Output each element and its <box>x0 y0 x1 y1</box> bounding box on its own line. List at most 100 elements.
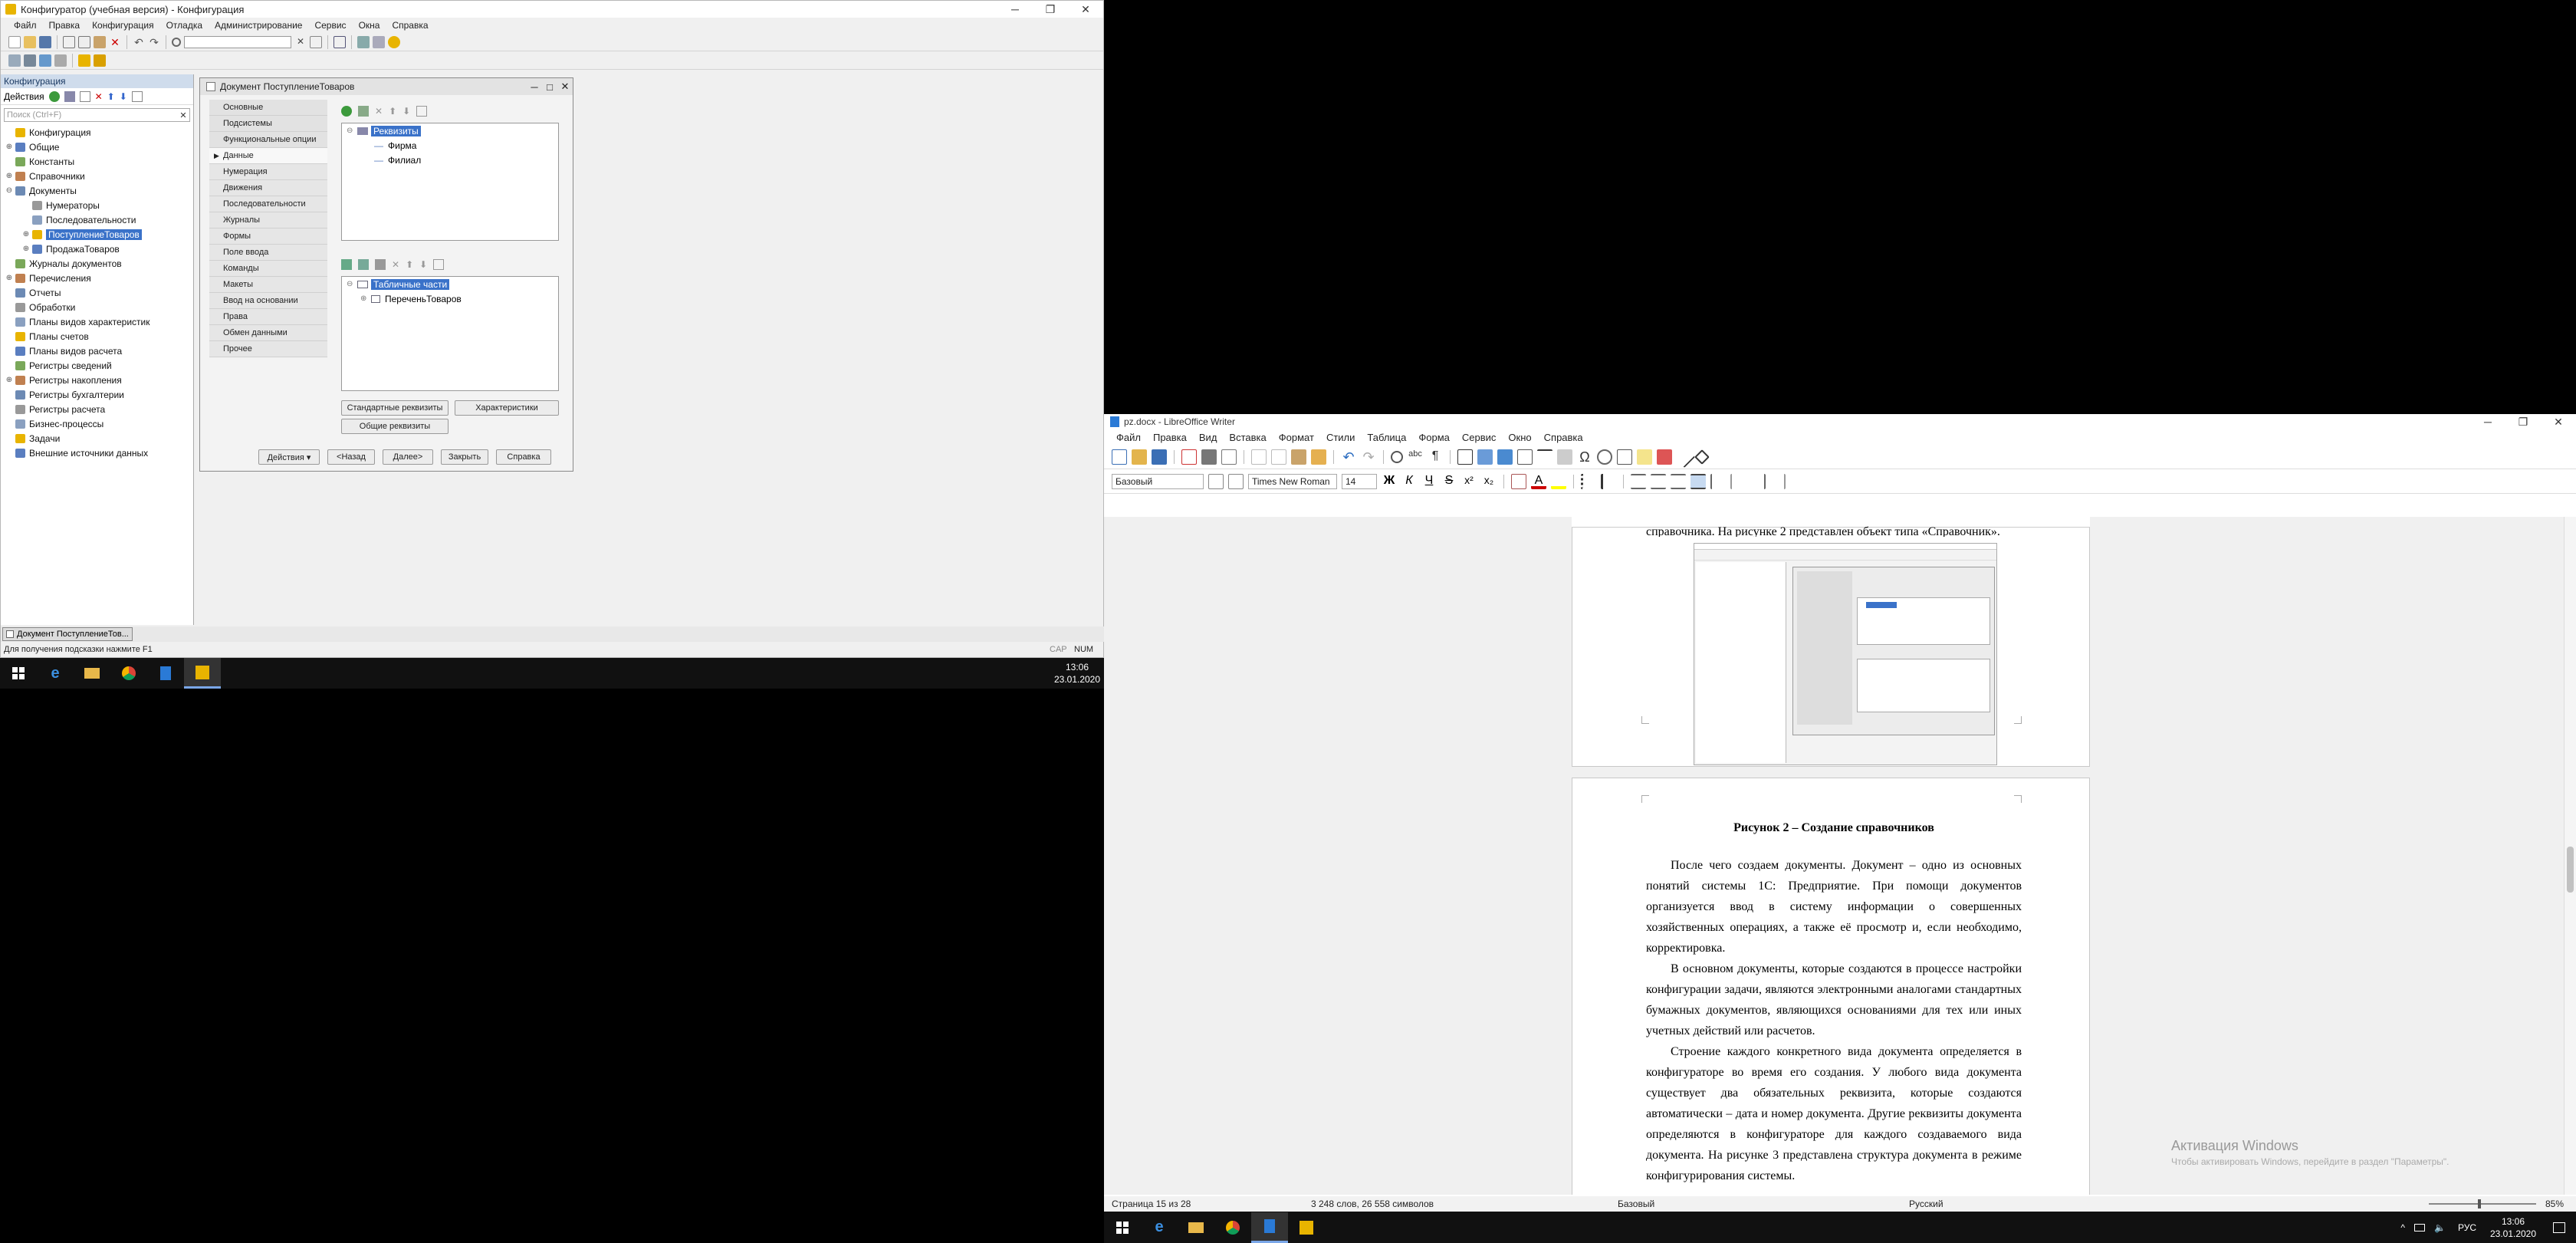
network-icon[interactable] <box>2414 1223 2426 1231</box>
undo-icon[interactable]: ↶ <box>133 36 145 48</box>
menu-item[interactable]: Окна <box>353 20 386 31</box>
find-icon[interactable] <box>172 37 181 47</box>
tray-up-icon[interactable]: ^ <box>2396 1222 2410 1233</box>
writer-menu-item[interactable]: Правка <box>1147 432 1193 443</box>
document-tab[interactable]: Последовательности <box>209 196 327 212</box>
sort-attribute-icon[interactable] <box>416 106 428 117</box>
status-words[interactable]: 3 248 слов, 26 558 символов <box>1311 1199 1618 1209</box>
align-justify-icon[interactable] <box>1691 473 1706 489</box>
align-right-icon[interactable] <box>1671 473 1686 489</box>
add-column-icon[interactable] <box>358 259 369 270</box>
expand-icon[interactable]: ⊕ <box>5 274 13 282</box>
sort-table-icon[interactable] <box>433 259 445 270</box>
help-icon[interactable] <box>388 35 400 48</box>
insert-field-icon[interactable] <box>1557 449 1572 465</box>
writer-close-button[interactable]: ✕ <box>2541 413 2576 430</box>
config-open-icon[interactable] <box>8 54 21 67</box>
tree-item[interactable]: ⊕ Регистры накопления <box>1 373 193 387</box>
document-canvas[interactable]: справочника. На рисунке 2 представлен об… <box>1104 517 2564 1195</box>
config-save-icon[interactable] <box>24 54 36 67</box>
tree-item[interactable]: ⊕ ПродажаТоваров <box>1 242 193 256</box>
paste-doc-icon[interactable] <box>1291 449 1306 465</box>
insert-textbox-icon[interactable] <box>1517 449 1533 465</box>
footer-button[interactable]: Действия ▾ <box>258 449 320 465</box>
writer-menu-item[interactable]: Вставка <box>1223 432 1272 443</box>
document-tab[interactable]: Движения <box>209 180 327 196</box>
tree-item[interactable]: Планы видов расчета <box>1 344 193 358</box>
edge-icon[interactable]: e <box>37 658 74 689</box>
tree-item[interactable]: Конфигурация <box>1 125 193 140</box>
document-tab[interactable]: Функциональные опции <box>209 132 327 148</box>
tree-item[interactable]: Константы <box>1 154 193 169</box>
up-attribute-icon[interactable]: ⬆ <box>389 106 396 117</box>
document-tab[interactable]: Журналы <box>209 212 327 229</box>
menu-item[interactable]: Справка <box>386 20 433 31</box>
numbering-icon[interactable] <box>1601 473 1616 489</box>
tree-item[interactable]: Регистры бухгалтерии <box>1 387 193 402</box>
writer-menu-item[interactable]: Справка <box>1538 432 1589 443</box>
writer-menu-item[interactable]: Окно <box>1502 432 1537 443</box>
copy-icon[interactable] <box>78 35 90 48</box>
cut-doc-icon[interactable] <box>1251 449 1267 465</box>
minimize-button[interactable]: ─ <box>997 1 1033 18</box>
bold-icon[interactable]: Ж <box>1382 474 1397 489</box>
print-icon[interactable] <box>1201 449 1217 465</box>
zoom-slider[interactable] <box>2429 1199 2536 1208</box>
comment-icon[interactable] <box>1637 449 1652 465</box>
tree-item[interactable]: Планы счетов <box>1 329 193 344</box>
start-button[interactable] <box>0 658 37 689</box>
doc-minimize-button[interactable]: ─ <box>527 81 542 93</box>
find-next-icon[interactable] <box>310 35 322 48</box>
tray-language[interactable]: РУС <box>2450 1222 2484 1233</box>
tree-item[interactable]: Регистры расчета <box>1 402 193 416</box>
underline-icon[interactable]: Ч <box>1421 474 1437 489</box>
indent-increase-icon[interactable] <box>1750 473 1766 489</box>
taskbar-clock-left[interactable]: 13:06 23.01.2020 <box>1050 661 1104 686</box>
insert-table-icon[interactable] <box>1457 449 1473 465</box>
open-icon[interactable] <box>24 35 36 48</box>
writer-restore-button[interactable]: ❐ <box>2505 413 2541 430</box>
open-window-tab[interactable]: Документ ПоступлениеТов... <box>2 627 133 641</box>
edit-table-icon[interactable] <box>375 259 386 270</box>
writer-menu-item[interactable]: Файл <box>1110 432 1147 443</box>
line-spacing-icon[interactable] <box>1710 473 1726 489</box>
add-attribute-icon[interactable] <box>341 106 352 117</box>
expand-icon[interactable]: ⊕ <box>360 294 370 303</box>
down-attribute-icon[interactable]: ⬇ <box>402 106 410 117</box>
tree-item[interactable]: Планы видов характеристик <box>1 314 193 329</box>
tree-item[interactable]: ⊖ Документы <box>1 183 193 198</box>
writer-menu-item[interactable]: Сервис <box>1456 432 1503 443</box>
delete-table-icon[interactable]: ✕ <box>392 259 399 270</box>
document-tab[interactable]: Обмен данными <box>209 325 327 341</box>
highlight-icon[interactable] <box>1551 474 1566 489</box>
new-style-icon[interactable] <box>1228 473 1244 489</box>
status-page[interactable]: Страница 15 из 28 <box>1104 1199 1311 1209</box>
paragraph-spacing-icon[interactable] <box>1730 473 1746 489</box>
writer-menu-item[interactable]: Вид <box>1193 432 1224 443</box>
standard-attributes-button[interactable]: Стандартные реквизиты <box>341 400 449 416</box>
align-left-icon[interactable] <box>1631 473 1646 489</box>
redo-doc-icon[interactable]: ↷ <box>1361 449 1376 465</box>
body-text[interactable]: После чего создаем документы. Документ –… <box>1646 855 2022 1186</box>
insert-chart-icon[interactable] <box>1497 449 1513 465</box>
1c-icon[interactable] <box>184 658 221 689</box>
edit-attribute-icon[interactable] <box>358 106 369 117</box>
redo-icon[interactable]: ↷ <box>148 36 160 48</box>
font-name-combo[interactable]: Times New Roman <box>1248 473 1337 489</box>
restore-button[interactable]: ❐ <box>1033 1 1068 18</box>
1c-icon[interactable] <box>1288 1212 1325 1243</box>
writer-menu-item[interactable]: Форма <box>1412 432 1456 443</box>
menu-item[interactable]: Правка <box>44 20 86 31</box>
italic-icon[interactable]: К <box>1401 474 1417 489</box>
notifications-icon[interactable] <box>2553 1222 2565 1233</box>
export-pdf-icon[interactable] <box>1181 449 1197 465</box>
expand-icon[interactable]: ⊕ <box>22 245 30 253</box>
move-up-icon[interactable]: ⬆ <box>107 91 115 102</box>
clone-format-icon[interactable] <box>1311 449 1326 465</box>
hyperlink-icon[interactable] <box>1597 449 1612 465</box>
footer-button[interactable]: <Назад <box>327 449 375 465</box>
font-color-icon[interactable]: A <box>1531 474 1546 489</box>
update-style-icon[interactable] <box>1208 473 1224 489</box>
print-preview-icon[interactable] <box>1221 449 1237 465</box>
tree-item[interactable]: Последовательности <box>1 212 193 227</box>
